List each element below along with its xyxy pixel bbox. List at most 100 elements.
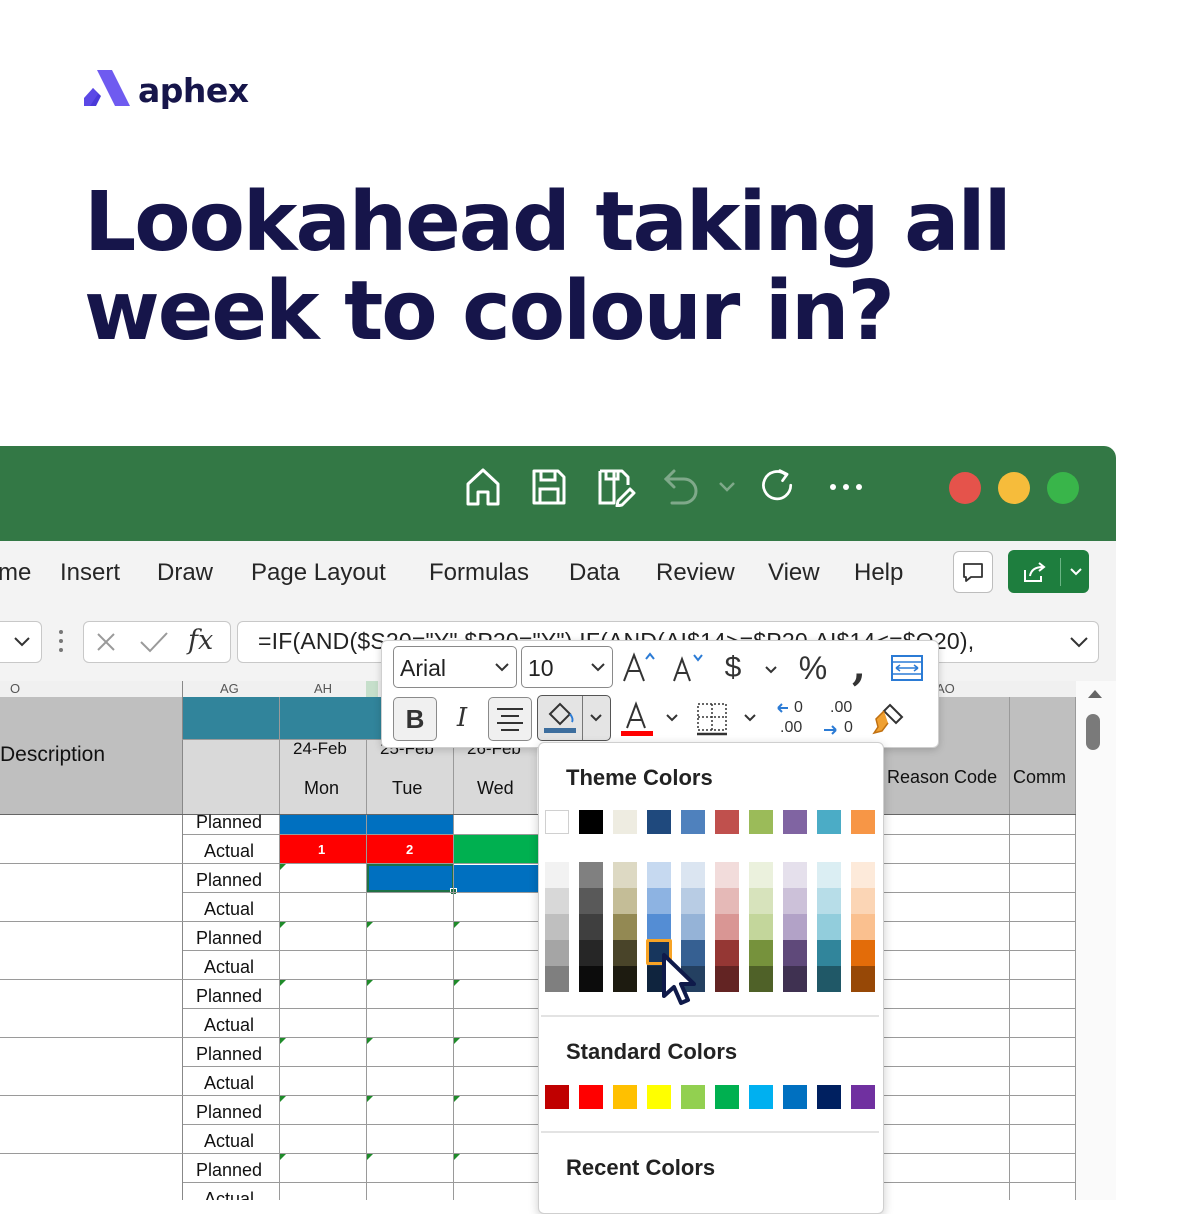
tab-page-layout[interactable]: Page Layout xyxy=(251,559,386,587)
save-as-icon[interactable] xyxy=(596,464,636,510)
format-painter-button[interactable] xyxy=(870,699,906,739)
theme-color-swatch[interactable] xyxy=(613,810,637,834)
theme-color-swatch[interactable] xyxy=(647,810,671,834)
theme-color-swatch[interactable] xyxy=(817,810,841,834)
theme-color-swatch[interactable] xyxy=(579,810,603,834)
theme-color-swatch[interactable] xyxy=(681,810,705,834)
tab-review[interactable]: Review xyxy=(656,559,735,587)
standard-color-swatch[interactable] xyxy=(579,1085,603,1109)
theme-shade-swatch[interactable] xyxy=(545,862,569,888)
theme-shade-swatch[interactable] xyxy=(783,862,807,888)
tab-view[interactable]: View xyxy=(768,559,820,587)
maximize-window-button[interactable] xyxy=(1047,472,1079,504)
standard-color-swatch[interactable] xyxy=(817,1085,841,1109)
theme-shade-swatch[interactable] xyxy=(647,888,671,914)
save-icon[interactable] xyxy=(529,464,569,510)
italic-button[interactable]: I xyxy=(444,697,480,739)
increase-decimal-button[interactable]: 0 .00 xyxy=(774,699,810,739)
more-icon[interactable] xyxy=(826,464,866,510)
chevron-down-icon[interactable] xyxy=(712,464,742,510)
theme-shade-swatch[interactable] xyxy=(613,862,637,888)
theme-shade-swatch[interactable] xyxy=(579,966,603,992)
tab-formulas[interactable]: Formulas xyxy=(429,559,529,587)
theme-shade-swatch[interactable] xyxy=(545,940,569,966)
standard-color-swatch[interactable] xyxy=(647,1085,671,1109)
theme-color-swatch[interactable] xyxy=(749,810,773,834)
standard-color-swatch[interactable] xyxy=(749,1085,773,1109)
theme-shade-swatch[interactable] xyxy=(681,862,705,888)
chevron-down-icon[interactable] xyxy=(1068,635,1090,649)
tab-data[interactable]: Data xyxy=(569,559,620,587)
redo-icon[interactable] xyxy=(758,464,798,510)
column-header-ah[interactable]: AH xyxy=(314,681,332,696)
theme-shade-swatch[interactable] xyxy=(681,914,705,940)
wrap-text-button[interactable] xyxy=(889,651,925,685)
column-header-o[interactable]: O xyxy=(10,681,20,696)
theme-shade-swatch[interactable] xyxy=(715,966,739,992)
scrollbar-thumb[interactable] xyxy=(1086,714,1100,750)
name-box[interactable] xyxy=(0,621,42,663)
borders-button[interactable] xyxy=(695,699,729,739)
theme-shade-swatch[interactable] xyxy=(817,966,841,992)
theme-shade-swatch[interactable] xyxy=(545,966,569,992)
increase-font-size-button[interactable] xyxy=(620,647,660,687)
drag-handle-icon[interactable] xyxy=(58,629,64,653)
theme-shade-swatch[interactable] xyxy=(715,914,739,940)
theme-shade-swatch[interactable] xyxy=(613,888,637,914)
selected-cell[interactable] xyxy=(367,864,454,892)
close-window-button[interactable] xyxy=(949,472,981,504)
theme-shade-swatch[interactable] xyxy=(681,888,705,914)
theme-shade-swatch[interactable] xyxy=(817,914,841,940)
vertical-scrollbar[interactable] xyxy=(1076,681,1116,1200)
align-center-button[interactable] xyxy=(488,697,532,741)
theme-shade-swatch[interactable] xyxy=(749,888,773,914)
font-color-button[interactable] xyxy=(619,699,655,739)
font-size-select[interactable]: 10 xyxy=(521,646,613,688)
insert-function-icon[interactable]: fx xyxy=(188,625,213,656)
theme-shade-swatch[interactable] xyxy=(851,940,875,966)
comma-style-button[interactable]: , xyxy=(844,647,874,687)
standard-color-swatch[interactable] xyxy=(851,1085,875,1109)
theme-shade-swatch[interactable] xyxy=(749,914,773,940)
theme-color-swatch[interactable] xyxy=(851,810,875,834)
theme-shade-swatch[interactable] xyxy=(545,914,569,940)
tab-home[interactable]: me xyxy=(0,559,31,587)
theme-shade-swatch[interactable] xyxy=(579,888,603,914)
theme-shade-swatch[interactable] xyxy=(545,888,569,914)
theme-shade-swatch[interactable] xyxy=(817,888,841,914)
theme-shade-swatch[interactable] xyxy=(579,914,603,940)
theme-shade-swatch[interactable] xyxy=(783,940,807,966)
theme-shade-swatch[interactable] xyxy=(851,862,875,888)
column-header-ag[interactable]: AG xyxy=(220,681,239,696)
actual-cell-green[interactable] xyxy=(454,835,538,863)
theme-shade-swatch[interactable] xyxy=(749,966,773,992)
enter-icon[interactable] xyxy=(138,630,170,654)
theme-shade-swatch[interactable] xyxy=(613,940,637,966)
theme-shade-swatch[interactable] xyxy=(715,862,739,888)
theme-shade-swatch[interactable] xyxy=(715,940,739,966)
theme-shade-swatch[interactable] xyxy=(749,940,773,966)
cancel-icon[interactable] xyxy=(94,630,118,654)
theme-shade-swatch[interactable] xyxy=(579,862,603,888)
undo-icon[interactable] xyxy=(662,464,702,510)
theme-shade-swatch[interactable] xyxy=(613,914,637,940)
theme-shade-swatch[interactable] xyxy=(817,940,841,966)
theme-shade-swatch[interactable] xyxy=(647,914,671,940)
standard-color-swatch[interactable] xyxy=(783,1085,807,1109)
standard-color-swatch[interactable] xyxy=(613,1085,637,1109)
theme-shade-swatch[interactable] xyxy=(783,888,807,914)
standard-color-swatch[interactable] xyxy=(715,1085,739,1109)
theme-color-swatch[interactable] xyxy=(783,810,807,834)
currency-button[interactable]: $ xyxy=(718,649,748,687)
chevron-down-icon[interactable] xyxy=(743,713,757,723)
scroll-up-icon[interactable] xyxy=(1086,687,1104,699)
tab-draw[interactable]: Draw xyxy=(157,559,213,587)
fill-color-button[interactable] xyxy=(537,695,611,741)
decrease-decimal-button[interactable]: .00 0 xyxy=(822,699,858,739)
share-button[interactable] xyxy=(1008,550,1089,593)
home-icon[interactable] xyxy=(463,464,503,510)
theme-shade-swatch[interactable] xyxy=(851,914,875,940)
theme-shade-swatch[interactable] xyxy=(749,862,773,888)
minimize-window-button[interactable] xyxy=(998,472,1030,504)
percent-button[interactable]: % xyxy=(793,649,833,687)
